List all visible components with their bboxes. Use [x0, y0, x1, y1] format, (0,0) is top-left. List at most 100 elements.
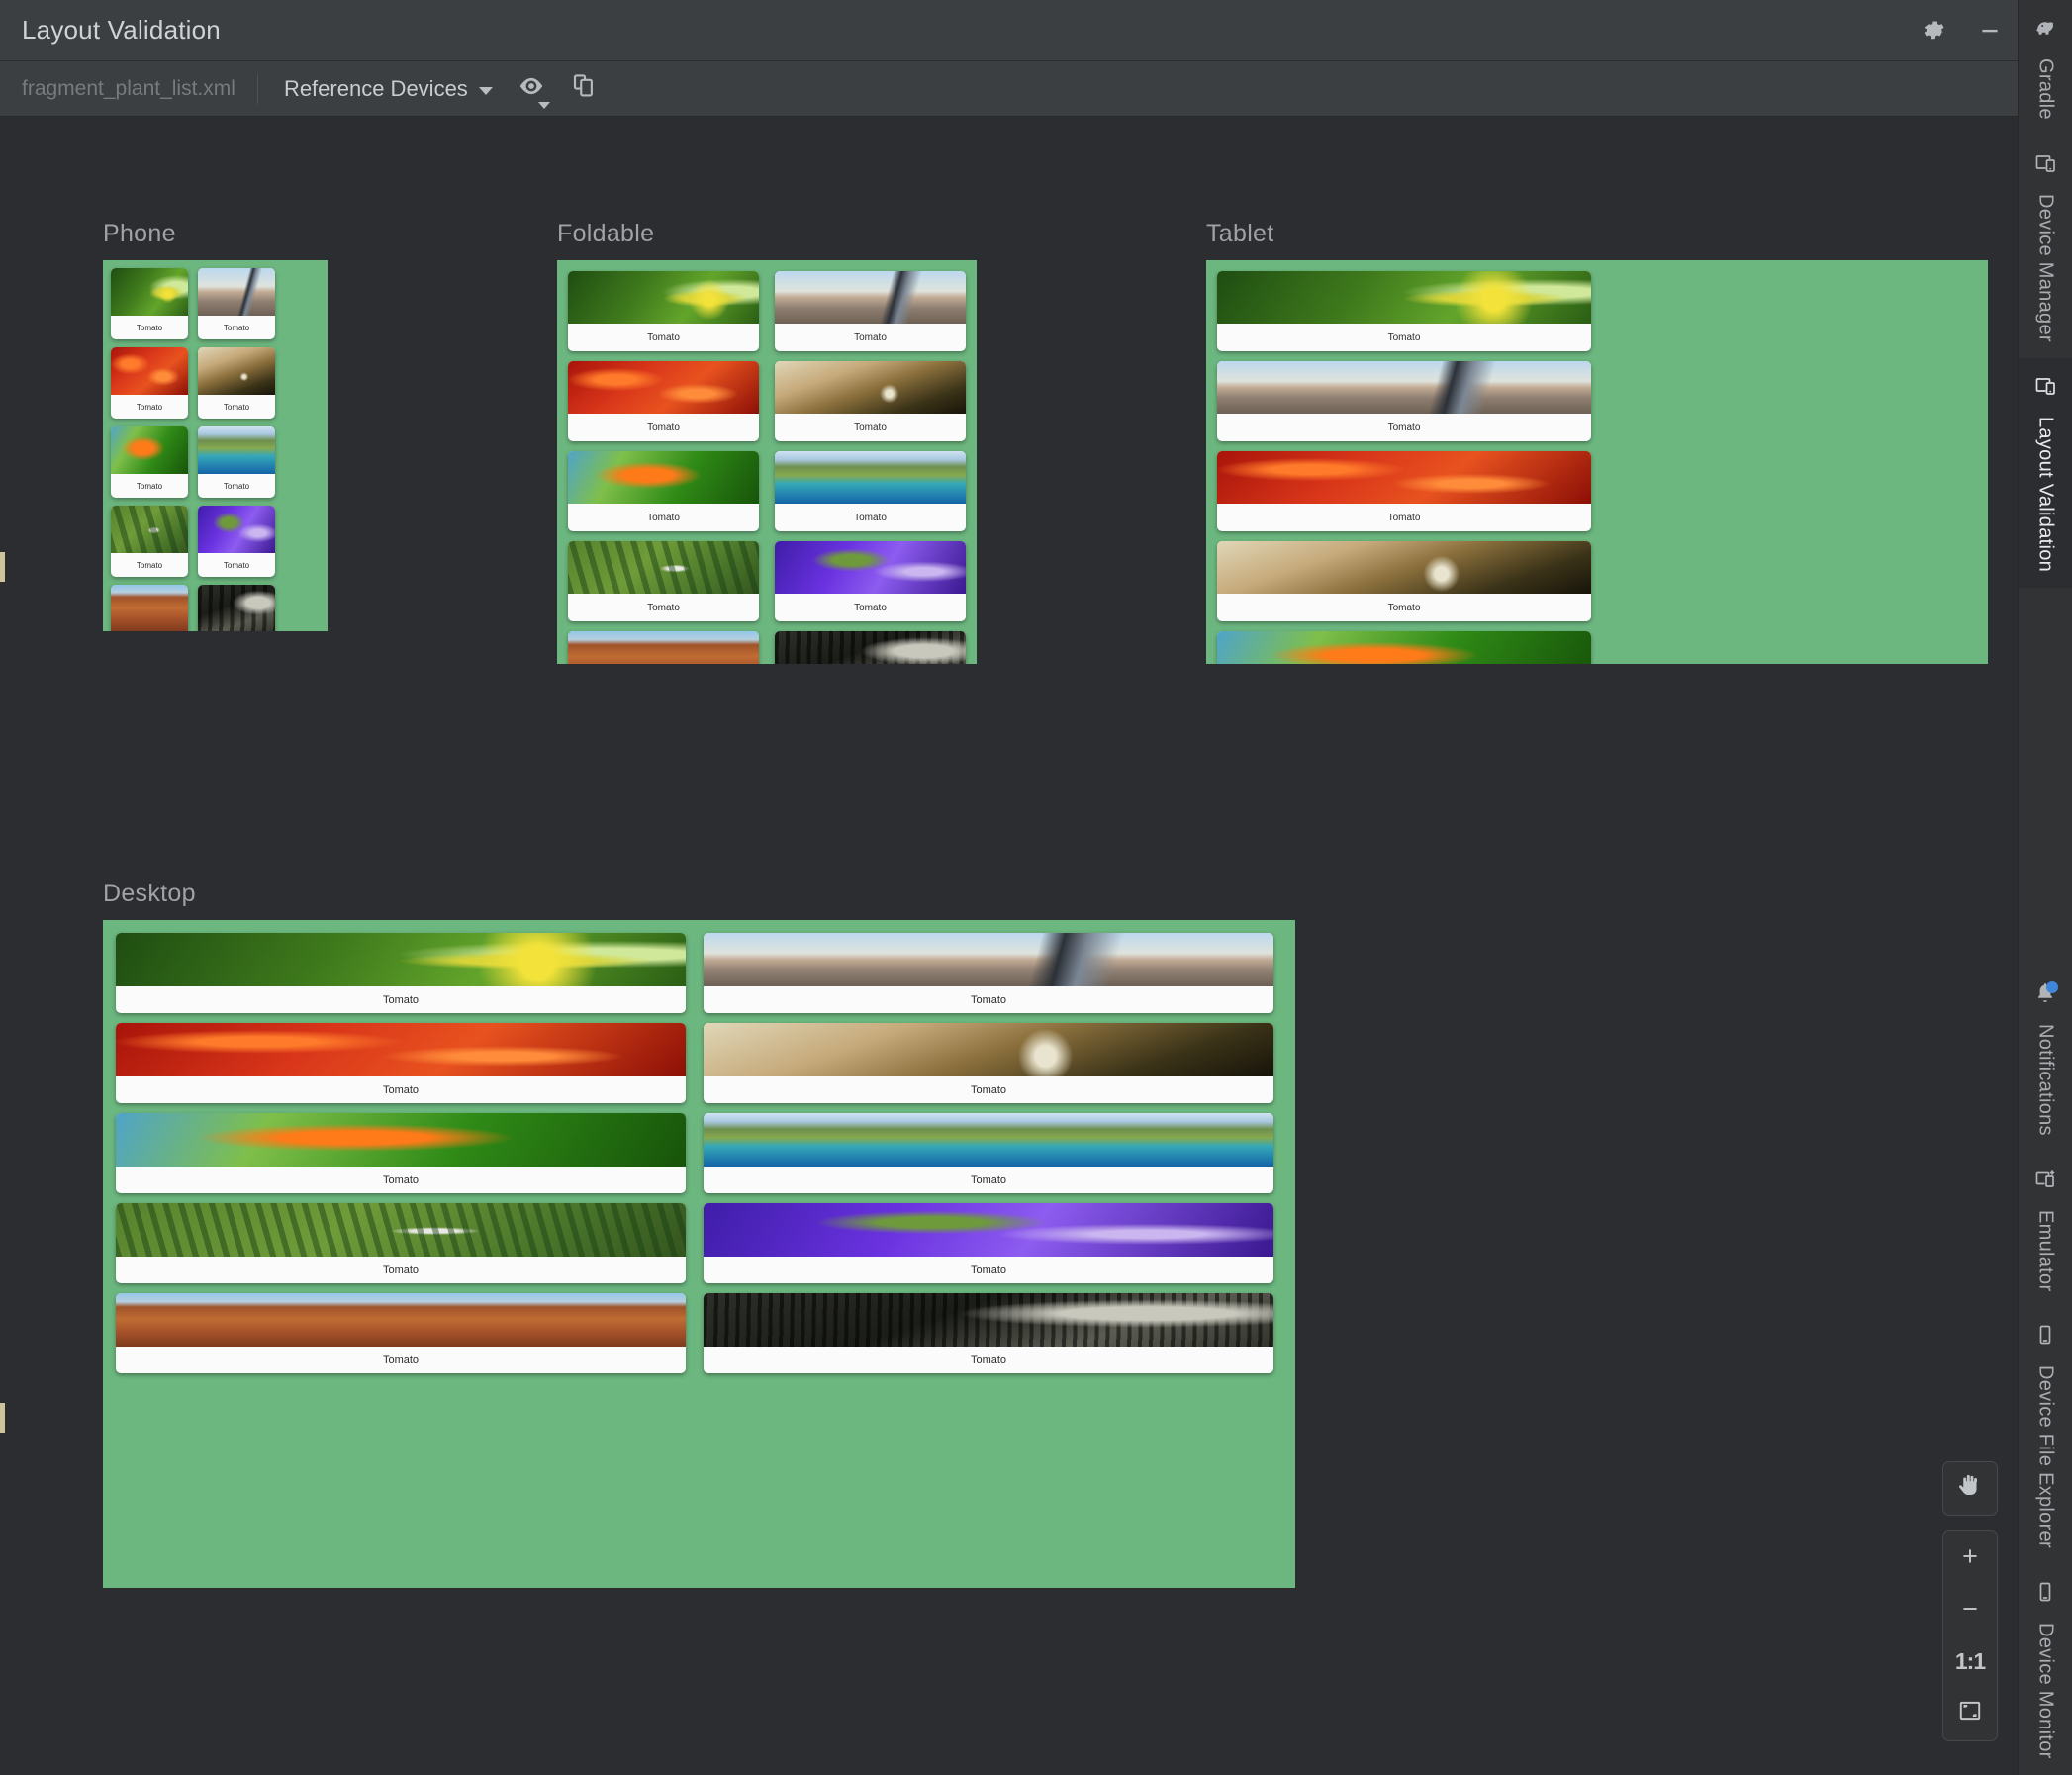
plant-thumbnail [704, 1023, 1273, 1076]
plant-card[interactable]: Tomato [568, 361, 759, 441]
plant-card[interactable]: Tomato [704, 1113, 1273, 1193]
plant-card[interactable]: Tomato [111, 347, 188, 419]
plant-card[interactable]: Tomato [775, 451, 966, 531]
emulator-icon [2033, 1168, 2057, 1196]
plant-card[interactable]: Tomato [775, 631, 966, 664]
preview-phone[interactable]: Phone Tomato Tomato Tomato Tomato Tomato Toma… [103, 220, 328, 631]
plant-name-label: Tomato [854, 512, 887, 523]
plant-thumbnail [1217, 361, 1591, 414]
plant-name-label: Tomato [970, 1263, 1007, 1276]
plant-grid-tablet: TomatoTomatoTomatoTomatoTomatoTomatoToma… [1217, 271, 1977, 664]
tool-window-button-gradle[interactable]: Gradle [2019, 0, 2072, 136]
plant-name-label: Tomato [223, 481, 250, 491]
minimize-button[interactable] [1962, 0, 2018, 61]
plant-card[interactable]: Tomato [1217, 631, 1591, 664]
plant-card[interactable]: Tomato [116, 1023, 686, 1103]
plant-thumbnail [775, 451, 966, 504]
plant-thumbnail [568, 271, 759, 324]
visibility-mode-button[interactable] [507, 67, 556, 111]
plant-card[interactable]: Tomato [116, 1293, 686, 1373]
tool-window-button-emulator[interactable]: Emulator [2019, 1152, 2072, 1307]
canvas-edge-artifact-top [0, 552, 5, 582]
plant-name-label: Tomato [223, 560, 250, 570]
file-name-label: fragment_plant_list.xml [22, 76, 235, 100]
minimize-icon [1977, 18, 2003, 44]
plant-card[interactable]: Tomato [111, 585, 188, 631]
zoom-in-button[interactable]: + [1943, 1531, 1997, 1583]
actual-size-button[interactable]: 1:1 [1943, 1635, 1997, 1688]
preview-foldable[interactable]: Foldable Tomato Tomato Tomato Tomato Tomato T… [557, 220, 977, 664]
zoom-button-group: + − 1:1 [1942, 1530, 1998, 1741]
plant-card[interactable]: Tomato [704, 933, 1273, 1013]
plant-card[interactable]: Tomato [704, 1023, 1273, 1103]
plant-card[interactable]: Tomato [198, 268, 275, 339]
plant-card[interactable]: Tomato [568, 271, 759, 351]
plant-card[interactable]: Tomato [198, 347, 275, 419]
preview-canvas[interactable]: Phone Tomato Tomato Tomato Tomato Tomato Toma… [0, 117, 2018, 1775]
plant-card[interactable]: Tomato [116, 1113, 686, 1193]
fit-to-screen-button[interactable] [1943, 1688, 1997, 1740]
plant-card[interactable]: Tomato [1217, 361, 1591, 441]
plant-card[interactable]: Tomato [775, 361, 966, 441]
plant-card[interactable]: Tomato [704, 1203, 1273, 1283]
plant-card[interactable]: Tomato [568, 451, 759, 531]
tool-window-button-notifications[interactable]: Notifications [2019, 966, 2072, 1152]
tool-window-label: Device File Explorer [2034, 1365, 2057, 1549]
plant-card[interactable]: Tomato [1217, 541, 1591, 621]
copy-devices-button[interactable] [560, 67, 610, 111]
plant-name-label: Tomato [854, 602, 887, 613]
plant-card[interactable]: Tomato [568, 541, 759, 621]
pan-button[interactable] [1943, 1462, 1997, 1515]
plant-thumbnail [704, 1293, 1273, 1347]
device-screen-phone[interactable]: Tomato Tomato Tomato Tomato Tomato Tomato Toma… [103, 260, 328, 631]
preview-label-desktop: Desktop [103, 880, 196, 907]
preview-label-foldable: Foldable [557, 220, 655, 247]
plant-card[interactable]: Tomato [1217, 271, 1591, 351]
plant-thumbnail [568, 361, 759, 414]
device-monitor-icon [2033, 1580, 2057, 1609]
plant-card[interactable]: Tomato [116, 1203, 686, 1283]
device-screen-desktop[interactable]: Tomato Tomato Tomato Tomato Tomato Tomato Toma… [103, 920, 1295, 1588]
plant-name-label: Tomato [854, 331, 887, 343]
plant-name-label: Tomato [136, 481, 163, 491]
reference-devices-dropdown[interactable]: Reference Devices [258, 76, 503, 102]
gradle-elephant-icon [2033, 16, 2057, 45]
plant-card[interactable]: Tomato [198, 585, 275, 631]
settings-button[interactable] [1907, 0, 1962, 61]
tool-window-button-layout-validation[interactable]: Layout Validation [2018, 357, 2072, 588]
plant-card[interactable]: Tomato [568, 631, 759, 664]
tool-window-button-device-file-explorer[interactable]: Device File Explorer [2019, 1307, 2072, 1564]
tool-window-label: Emulator [2034, 1210, 2057, 1292]
plant-thumbnail [568, 451, 759, 504]
tool-window-button-device-manager[interactable]: Device Manager [2019, 136, 2072, 358]
plant-card[interactable]: Tomato [198, 506, 275, 577]
tool-strip-bottom-group: Notifications Emulator Device File Explore… [2019, 966, 2072, 1775]
tool-window-button-device-monitor[interactable]: Device Monitor [2019, 1564, 2072, 1775]
plant-card[interactable]: Tomato [775, 541, 966, 621]
plant-card[interactable]: Tomato [775, 271, 966, 351]
plant-thumbnail [568, 541, 759, 594]
plant-name-label: Tomato [970, 993, 1007, 1006]
plant-thumbnail [116, 1203, 686, 1257]
preview-desktop[interactable]: Desktop Tomato Tomato Tomato Tomato Tomato To… [103, 880, 1295, 1588]
chevron-down-icon [478, 86, 493, 95]
plant-card[interactable]: Tomato [704, 1293, 1273, 1373]
device-screen-tablet[interactable]: TomatoTomatoTomatoTomatoTomatoTomatoToma… [1206, 260, 1988, 664]
plant-card[interactable]: Tomato [116, 933, 686, 1013]
fit-to-screen-icon [1957, 1698, 1983, 1730]
plant-thumbnail [775, 541, 966, 594]
plant-card[interactable]: Tomato [1217, 451, 1591, 531]
plant-thumbnail [775, 271, 966, 324]
plant-thumbnail [1217, 271, 1591, 324]
zoom-out-button[interactable]: − [1943, 1583, 1997, 1635]
device-screen-foldable[interactable]: Tomato Tomato Tomato Tomato Tomato Tomato Toma… [557, 260, 977, 664]
plant-card[interactable]: Tomato [111, 426, 188, 498]
preview-tablet[interactable]: Tablet TomatoTomatoTomatoTomatoTomatoTom… [1206, 220, 1988, 664]
plant-card[interactable]: Tomato [111, 506, 188, 577]
tool-strip-top-group: Gradle Device Manager Layout Validation [2018, 0, 2072, 588]
plant-card[interactable]: Tomato [111, 268, 188, 339]
plant-name-label: Tomato [382, 993, 420, 1006]
plant-card[interactable]: Tomato [198, 426, 275, 498]
plant-name-label: Tomato [382, 1083, 420, 1096]
layout-validation-icon [2033, 374, 2057, 403]
